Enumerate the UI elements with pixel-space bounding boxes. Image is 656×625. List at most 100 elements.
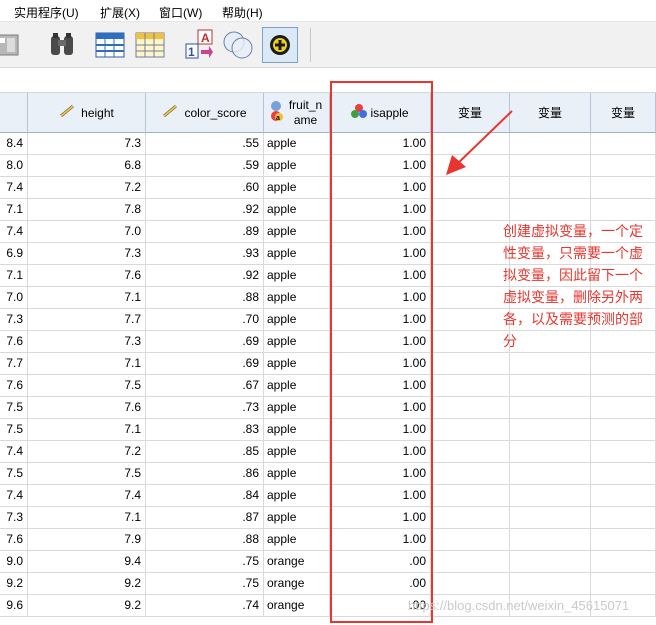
data-cell[interactable]: apple [264, 353, 330, 375]
data-cell[interactable] [510, 441, 591, 463]
select-cases-icon[interactable] [132, 27, 168, 63]
data-cell[interactable]: 7.5 [28, 463, 146, 485]
data-cell[interactable] [431, 485, 510, 507]
data-cell[interactable]: .55 [146, 133, 264, 155]
column-header-height[interactable]: height [28, 93, 146, 133]
data-cell[interactable]: 1.00 [330, 199, 431, 221]
data-cell[interactable]: apple [264, 463, 330, 485]
data-cell[interactable] [591, 155, 656, 177]
menu-window[interactable]: 窗口(W) [159, 4, 202, 21]
data-cell[interactable] [510, 133, 591, 155]
data-cell[interactable] [431, 265, 510, 287]
data-cell[interactable]: 1.00 [330, 353, 431, 375]
data-cell[interactable]: 9.0 [0, 551, 28, 573]
data-cell[interactable]: .00 [330, 551, 431, 573]
data-cell[interactable] [431, 353, 510, 375]
data-cell[interactable]: 7.3 [0, 309, 28, 331]
use-sets-icon[interactable] [220, 27, 256, 63]
data-cell[interactable]: .67 [146, 375, 264, 397]
data-cell[interactable] [431, 243, 510, 265]
data-cell[interactable]: .88 [146, 287, 264, 309]
data-cell[interactable] [510, 507, 591, 529]
data-cell[interactable]: .00 [330, 573, 431, 595]
data-cell[interactable] [431, 529, 510, 551]
data-cell[interactable]: 6.8 [28, 155, 146, 177]
data-cell[interactable]: 1.00 [330, 463, 431, 485]
data-cell[interactable] [510, 419, 591, 441]
data-cell[interactable] [431, 397, 510, 419]
data-cell[interactable]: .84 [146, 485, 264, 507]
data-cell[interactable]: apple [264, 155, 330, 177]
data-cell[interactable]: apple [264, 309, 330, 331]
data-cell[interactable]: 7.4 [0, 441, 28, 463]
data-cell[interactable]: apple [264, 243, 330, 265]
data-cell[interactable]: 7.4 [0, 177, 28, 199]
data-cell[interactable]: apple [264, 441, 330, 463]
data-cell[interactable]: 1.00 [330, 309, 431, 331]
data-cell[interactable]: 1.00 [330, 419, 431, 441]
data-cell[interactable] [510, 177, 591, 199]
data-cell[interactable]: 1.00 [330, 287, 431, 309]
data-cell[interactable]: .93 [146, 243, 264, 265]
menu-utilities[interactable]: 实用程序(U) [14, 4, 79, 21]
data-cell[interactable]: 1.00 [330, 243, 431, 265]
data-cell[interactable]: 1.00 [330, 331, 431, 353]
data-cell[interactable]: .87 [146, 507, 264, 529]
data-cell[interactable]: 7.6 [28, 265, 146, 287]
column-header-isapple[interactable]: isapple [330, 93, 431, 133]
data-cell[interactable]: 7.7 [28, 309, 146, 331]
data-cell[interactable]: orange [264, 573, 330, 595]
data-cell[interactable]: .70 [146, 309, 264, 331]
data-cell[interactable]: .86 [146, 463, 264, 485]
data-cell[interactable]: .69 [146, 353, 264, 375]
data-cell[interactable]: 7.2 [28, 177, 146, 199]
data-cell[interactable] [510, 353, 591, 375]
data-cell[interactable] [431, 573, 510, 595]
data-cell[interactable] [510, 573, 591, 595]
data-cell[interactable]: 7.1 [28, 287, 146, 309]
data-cell[interactable]: 1.00 [330, 507, 431, 529]
data-cell[interactable]: apple [264, 265, 330, 287]
data-cell[interactable] [591, 133, 656, 155]
data-cell[interactable] [591, 463, 656, 485]
data-cell[interactable]: .59 [146, 155, 264, 177]
data-cell[interactable] [510, 463, 591, 485]
data-cell[interactable] [431, 551, 510, 573]
data-cell[interactable] [591, 441, 656, 463]
data-cell[interactable]: 9.2 [28, 595, 146, 617]
data-cell[interactable]: apple [264, 221, 330, 243]
data-cell[interactable]: .60 [146, 177, 264, 199]
data-cell[interactable]: 7.1 [0, 265, 28, 287]
data-cell[interactable]: 1.00 [330, 485, 431, 507]
data-cell[interactable]: 7.4 [28, 485, 146, 507]
data-cell[interactable]: 6.9 [0, 243, 28, 265]
data-cell[interactable]: 7.5 [0, 463, 28, 485]
data-cell[interactable]: .89 [146, 221, 264, 243]
data-cell[interactable]: 7.2 [28, 441, 146, 463]
data-cell[interactable] [431, 441, 510, 463]
data-cell[interactable] [431, 507, 510, 529]
data-cell[interactable] [510, 529, 591, 551]
data-cell[interactable]: 1.00 [330, 155, 431, 177]
spelling-add-icon[interactable] [262, 27, 298, 63]
menu-extensions[interactable]: 扩展(X) [100, 4, 140, 21]
data-cell[interactable] [510, 485, 591, 507]
data-cell[interactable]: 7.1 [0, 199, 28, 221]
data-cell[interactable]: 7.5 [0, 397, 28, 419]
cell-editor-bar[interactable] [0, 68, 656, 93]
data-cell[interactable]: 8.4 [0, 133, 28, 155]
data-cell[interactable] [591, 573, 656, 595]
value-labels-icon[interactable]: A 1 [182, 27, 218, 63]
data-cell[interactable]: 9.4 [28, 551, 146, 573]
data-cell[interactable] [431, 199, 510, 221]
data-cell[interactable] [431, 419, 510, 441]
data-cell[interactable]: 7.7 [0, 353, 28, 375]
data-cell[interactable] [591, 419, 656, 441]
data-cell[interactable] [591, 485, 656, 507]
data-cell[interactable]: apple [264, 419, 330, 441]
goto-variable-icon[interactable] [0, 27, 26, 63]
data-cell[interactable]: .73 [146, 397, 264, 419]
data-cell[interactable]: 8.0 [0, 155, 28, 177]
data-cell[interactable]: apple [264, 485, 330, 507]
data-cell[interactable] [510, 551, 591, 573]
